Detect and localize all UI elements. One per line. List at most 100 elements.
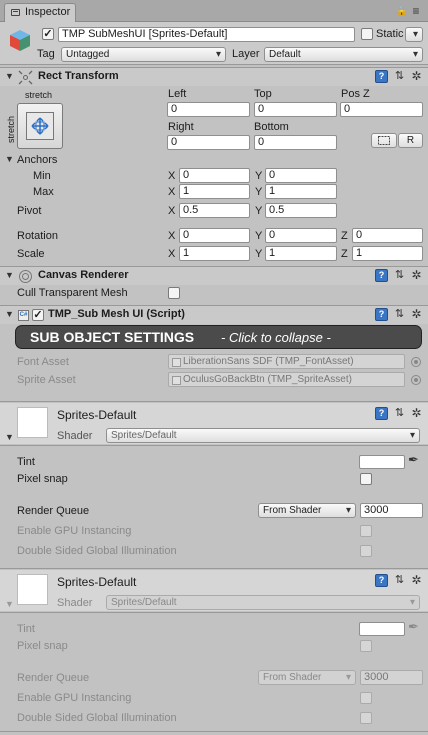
- preset-icon[interactable]: ⇅: [393, 308, 406, 321]
- eyedropper-icon[interactable]: ✒: [408, 453, 422, 467]
- help-icon[interactable]: ?: [375, 269, 388, 282]
- canvas-renderer-icon: [19, 270, 32, 283]
- anchors-fold-icon[interactable]: ▼: [5, 151, 14, 168]
- object-picker-icon[interactable]: [411, 357, 421, 367]
- rect-transform-header[interactable]: ▼ Rect Transform ? ⇅ ✲: [0, 67, 428, 86]
- preset-icon[interactable]: ⇅: [393, 407, 406, 420]
- scale-x-axis: X: [168, 248, 176, 260]
- help-icon[interactable]: ?: [375, 308, 388, 321]
- section-divider: [0, 445, 428, 446]
- help-icon[interactable]: ?: [375, 70, 388, 83]
- gpu-instancing-checkbox[interactable]: [360, 525, 372, 537]
- help-icon[interactable]: ?: [375, 574, 388, 587]
- anchor-presets-frame: [26, 112, 54, 140]
- scale-y-field[interactable]: 1: [265, 246, 337, 261]
- material-fold-icon[interactable]: ▼: [5, 429, 14, 446]
- min-label: Min: [33, 170, 51, 182]
- anchor-preset-top-label: stretch: [25, 90, 53, 100]
- inspector-tab[interactable]: Inspector: [4, 3, 76, 22]
- render-queue-label: Render Queue: [17, 672, 90, 684]
- shader-dropdown[interactable]: Sprites/Default: [106, 595, 420, 610]
- rotation-x-field[interactable]: 0: [179, 228, 250, 243]
- top-field[interactable]: 0: [254, 102, 337, 117]
- pivot-label: Pivot: [17, 205, 42, 217]
- anchor-max-x-field[interactable]: 1: [179, 184, 250, 199]
- gear-icon[interactable]: ✲: [410, 308, 423, 321]
- anchor-min-y-field[interactable]: 0: [265, 168, 337, 183]
- pixel-snap-label: Pixel snap: [17, 473, 68, 485]
- scale-z-field[interactable]: 1: [352, 246, 423, 261]
- posz-field[interactable]: 0: [340, 102, 423, 117]
- pixel-snap-checkbox[interactable]: [360, 640, 372, 652]
- double-sided-gi-label: Double Sided Global Illumination: [17, 712, 177, 724]
- inspector-tab-label: Inspector: [25, 6, 71, 18]
- help-icon[interactable]: ?: [375, 407, 388, 420]
- double-sided-gi-checkbox[interactable]: [360, 712, 372, 724]
- shader-label: Shader: [57, 597, 93, 609]
- anchor-max-y-field[interactable]: 1: [265, 184, 337, 199]
- cull-transparent-mesh-checkbox[interactable]: [168, 287, 180, 299]
- pivot-x-field[interactable]: 0.5: [179, 203, 250, 218]
- gear-icon[interactable]: ✲: [410, 269, 423, 282]
- preset-icon[interactable]: ⇅: [393, 70, 406, 83]
- gear-icon[interactable]: ✲: [410, 70, 423, 83]
- eyedropper-icon[interactable]: ✒: [408, 620, 422, 634]
- render-queue-dropdown[interactable]: From Shader: [258, 670, 356, 685]
- gpu-instancing-label: Enable GPU Instancing: [17, 525, 132, 537]
- font-asset-field[interactable]: LiberationSans SDF (TMP_FontAsset): [168, 354, 405, 369]
- double-sided-gi-checkbox[interactable]: [360, 545, 372, 557]
- max-x-axis: X: [168, 186, 176, 198]
- scale-y-axis: Y: [255, 248, 263, 260]
- object-name-field[interactable]: TMP SubMeshUI [Sprites-Default]: [58, 27, 355, 42]
- pivot-y-field[interactable]: 0.5: [265, 203, 337, 218]
- render-queue-field[interactable]: 3000: [360, 670, 423, 685]
- material-thumbnail[interactable]: [17, 407, 48, 438]
- blueprint-mode-button[interactable]: [371, 133, 397, 148]
- window-menu-icon[interactable]: ≡: [411, 5, 421, 17]
- active-checkbox[interactable]: ✓: [42, 28, 54, 40]
- gpu-instancing-checkbox[interactable]: [360, 692, 372, 704]
- object-picker-icon[interactable]: [411, 375, 421, 385]
- tint-color-field[interactable]: [359, 455, 405, 469]
- script-enabled-checkbox[interactable]: ✓: [32, 309, 44, 321]
- tag-dropdown[interactable]: Untagged: [61, 47, 226, 62]
- lock-icon[interactable]: 🔒: [396, 6, 407, 16]
- fold-arrow-icon[interactable]: ▼: [5, 68, 14, 85]
- rotation-label: Rotation: [17, 230, 58, 242]
- rotation-y-field[interactable]: 0: [265, 228, 337, 243]
- bottom-field[interactable]: 0: [254, 135, 337, 150]
- anchor-min-x-field[interactable]: 0: [179, 168, 250, 183]
- tint-label: Tint: [17, 456, 35, 468]
- rotation-z-axis: Z: [341, 230, 348, 242]
- tmp-submesh-header[interactable]: ▼ C# ✓ TMP_Sub Mesh UI (Script) ? ⇅ ✲: [0, 305, 428, 324]
- raw-edit-button[interactable]: R: [398, 133, 423, 148]
- render-queue-dropdown[interactable]: From Shader: [258, 503, 356, 518]
- sprite-asset-field[interactable]: OculusGoBackBtn (TMP_SpriteAsset): [168, 372, 405, 387]
- sub-object-settings-collapse-bar[interactable]: SUB OBJECT SETTINGS - Click to collapse …: [15, 325, 422, 349]
- gear-icon[interactable]: ✲: [410, 407, 423, 420]
- material-fold-icon[interactable]: ▼: [5, 596, 14, 613]
- material-thumbnail[interactable]: [17, 574, 48, 605]
- anchor-presets-button[interactable]: [17, 103, 63, 149]
- canvas-renderer-header[interactable]: ▼ Canvas Renderer ? ⇅ ✲: [0, 266, 428, 285]
- scale-x-field[interactable]: 1: [179, 246, 250, 261]
- rotation-z-field[interactable]: 0: [352, 228, 423, 243]
- fold-arrow-icon[interactable]: ▼: [5, 306, 14, 323]
- pixel-snap-checkbox[interactable]: [360, 473, 372, 485]
- inspector-tab-icon: [11, 9, 20, 16]
- layer-dropdown[interactable]: Default: [264, 47, 423, 62]
- static-dropdown[interactable]: [405, 27, 423, 42]
- layer-label: Layer: [232, 48, 260, 60]
- max-label: Max: [33, 186, 54, 198]
- left-field[interactable]: 0: [167, 102, 250, 117]
- preset-icon[interactable]: ⇅: [393, 574, 406, 587]
- tint-color-field[interactable]: [359, 622, 405, 636]
- fold-arrow-icon[interactable]: ▼: [5, 267, 14, 284]
- preset-icon[interactable]: ⇅: [393, 269, 406, 282]
- shader-dropdown[interactable]: Sprites/Default: [106, 428, 420, 443]
- gear-icon[interactable]: ✲: [410, 574, 423, 587]
- render-queue-field[interactable]: 3000: [360, 503, 423, 518]
- section-divider: [0, 731, 428, 732]
- static-checkbox[interactable]: [361, 28, 373, 40]
- right-field[interactable]: 0: [167, 135, 250, 150]
